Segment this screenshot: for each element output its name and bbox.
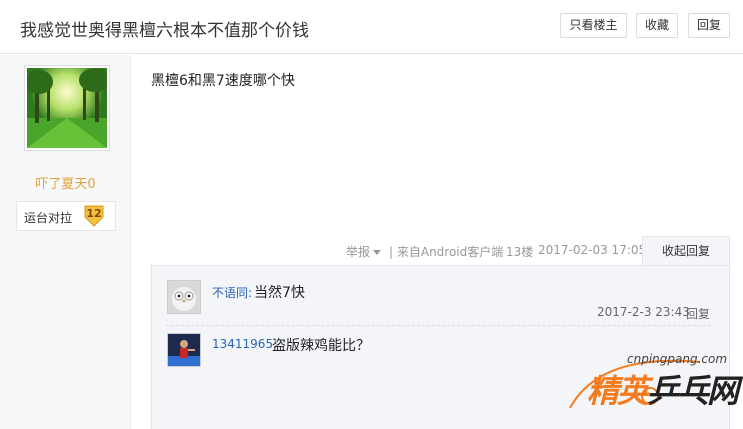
- reply-button[interactable]: 回复: [688, 13, 730, 38]
- forest-avatar-image: [27, 68, 107, 148]
- reply-text: 盗版辣鸡能比？: [272, 338, 370, 354]
- reply-time: 2017-2-3 23:43: [597, 305, 690, 319]
- bar-badge[interactable]: 运台对拉 12: [16, 201, 116, 231]
- collapse-replies-button[interactable]: 收起回复: [642, 236, 730, 266]
- watermark-text-orange: 精英: [587, 372, 649, 410]
- post-time: 2017-02-03 17:05: [538, 243, 647, 257]
- reply-username[interactable]: 13411965:: [212, 337, 277, 351]
- level-badge-icon: 12: [83, 204, 105, 228]
- player-avatar-image: [168, 334, 200, 366]
- watermark-logo-text: 精英乒乓网: [587, 366, 739, 412]
- post-content: 黑檀6和黑7速度哪个快: [151, 73, 295, 89]
- report-link[interactable]: 举报: [346, 243, 382, 260]
- caret-down-icon: [373, 250, 382, 255]
- reply-divider: [166, 325, 711, 326]
- owl-avatar-image: [168, 281, 200, 313]
- reply-avatar[interactable]: [167, 280, 201, 314]
- level-number: 12: [86, 207, 102, 220]
- reply-avatar[interactable]: [167, 333, 201, 367]
- only-author-button[interactable]: 只看楼主: [560, 13, 627, 38]
- site-watermark: cnpingpang.com 精英乒乓网: [560, 348, 743, 429]
- author-avatar[interactable]: [24, 65, 110, 151]
- reply-link[interactable]: 回复: [686, 305, 710, 322]
- post-floor: 13楼: [506, 245, 534, 259]
- report-label: 举报: [346, 245, 371, 259]
- bar-name: 运台对拉: [24, 211, 73, 225]
- thread-header: 我感觉世奥得黑檀六根本不值那个价钱 只看楼主 收藏 回复: [0, 0, 743, 54]
- author-username[interactable]: 吓了夏天0: [0, 173, 131, 192]
- watermark-url: cnpingpang.com: [627, 352, 728, 366]
- thread-title: 我感觉世奥得黑檀六根本不值那个价钱: [20, 21, 309, 41]
- watermark-text-black: 乒乓网: [647, 372, 739, 410]
- post-source: | 来自Android客户端: [389, 245, 504, 259]
- author-panel: 吓了夏天0 运台对拉 12: [0, 55, 131, 429]
- reply-text: 当然7快: [254, 285, 305, 301]
- favorite-button[interactable]: 收藏: [636, 13, 678, 38]
- reply-username[interactable]: 不语同:: [212, 284, 252, 301]
